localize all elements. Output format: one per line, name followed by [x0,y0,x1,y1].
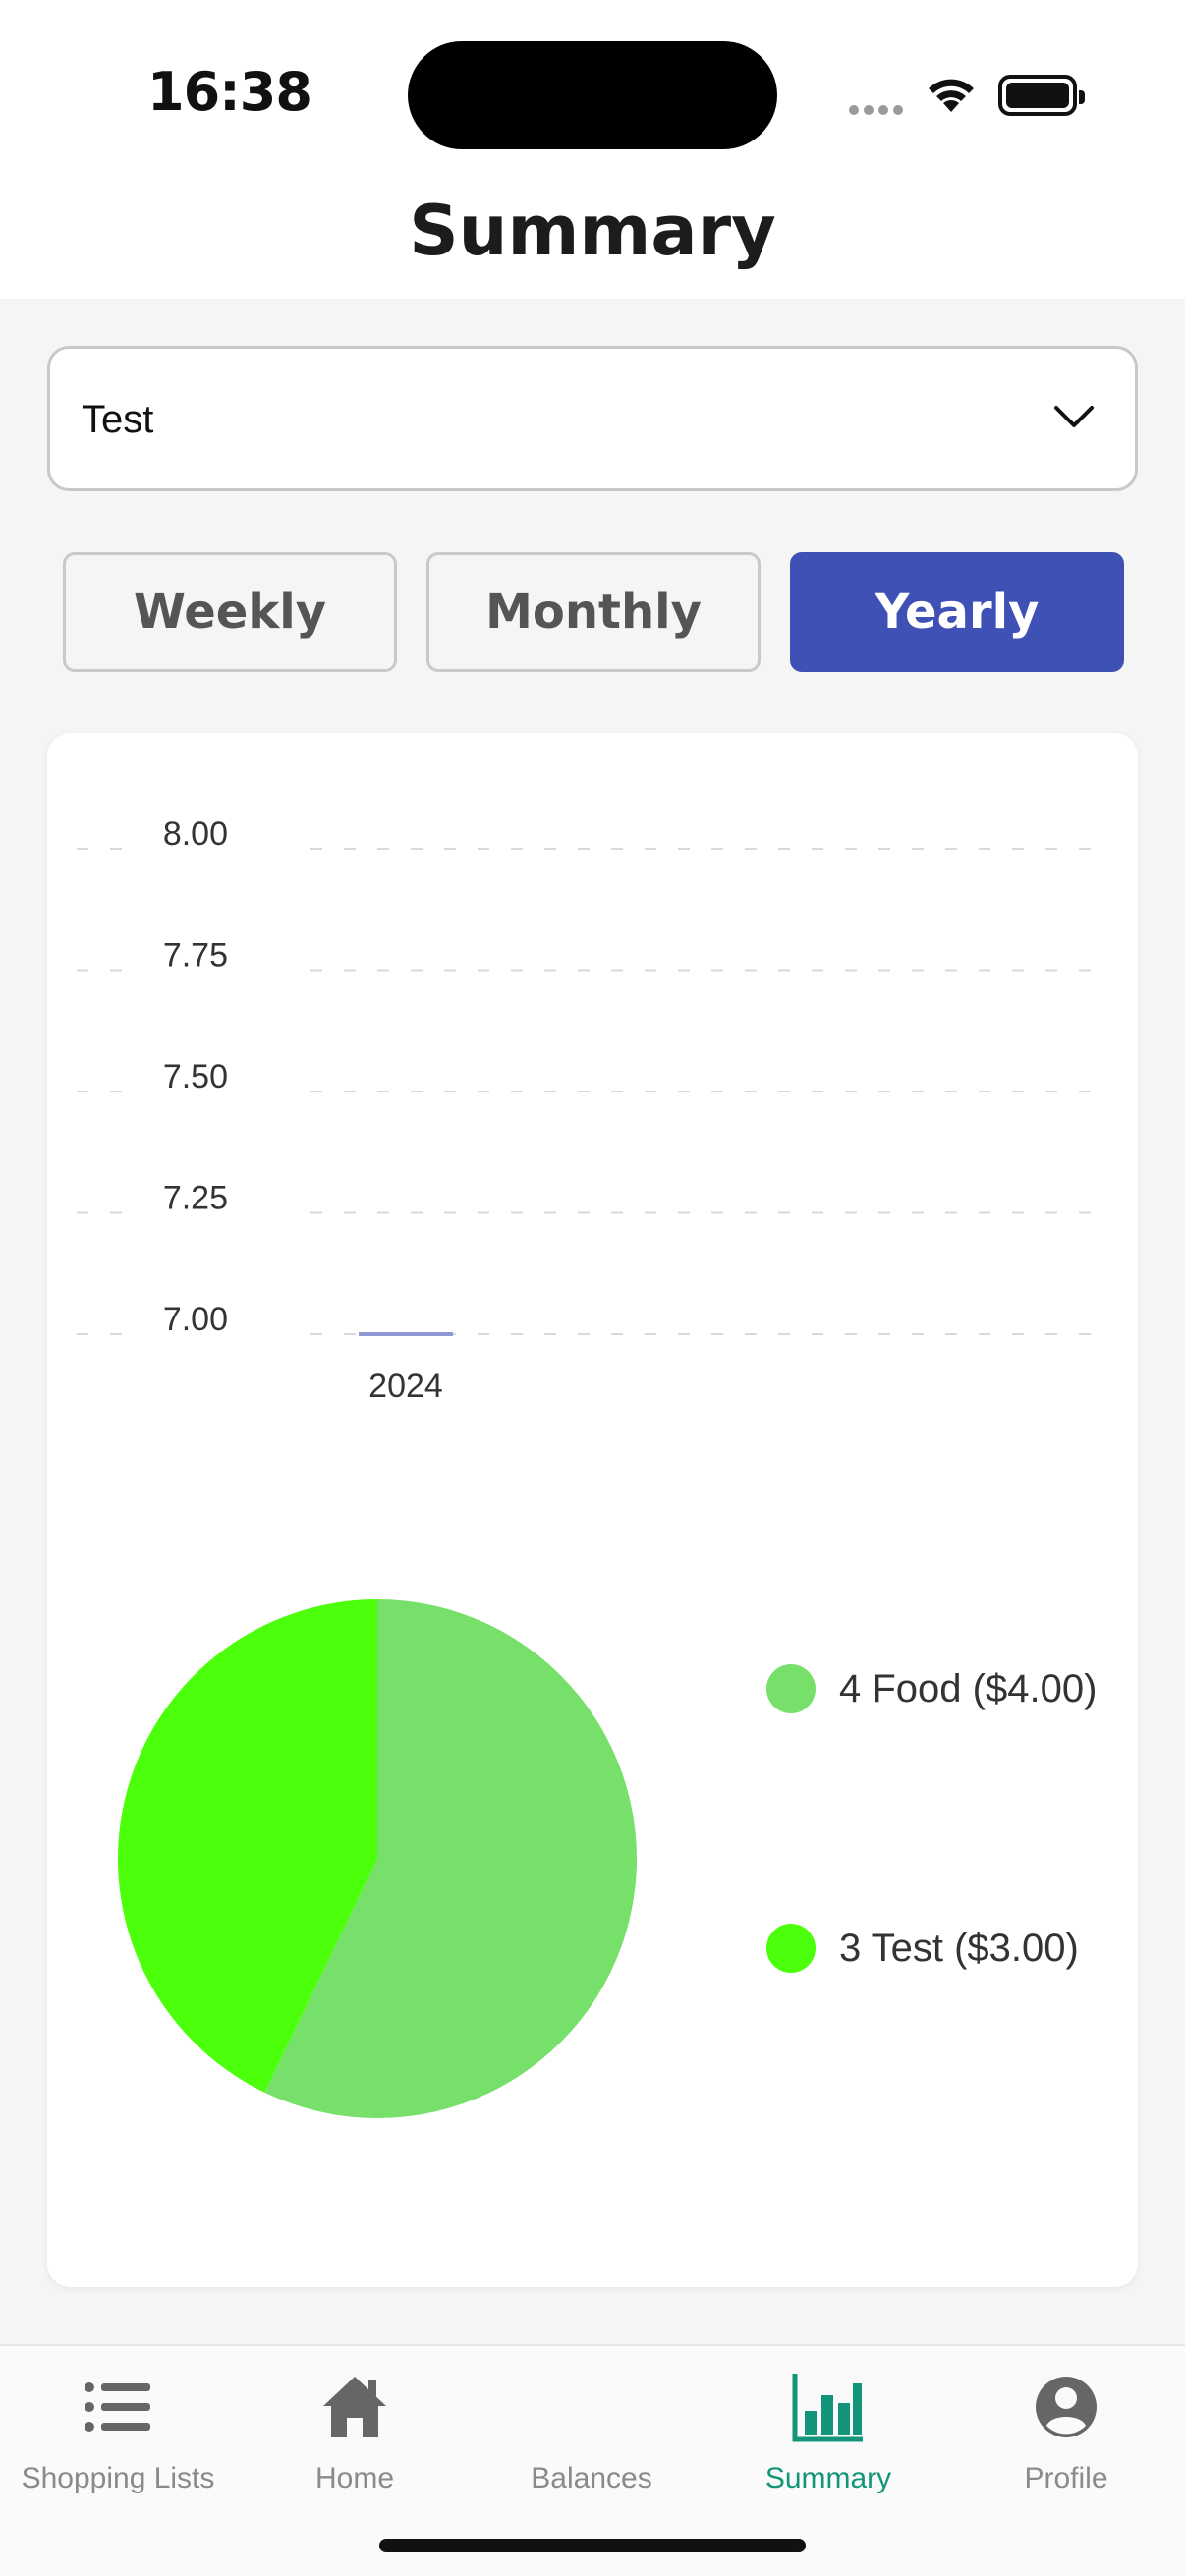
tab-summary[interactable]: Summary [710,2366,946,2495]
dropdown-value: Test [82,398,154,441]
profile-icon [948,2366,1184,2448]
tab-balances[interactable]: Balances [474,2366,709,2495]
yearly-button[interactable]: Yearly [790,552,1124,672]
home-icon [237,2366,473,2448]
bar [359,1332,453,1336]
legend-item-test: 3 Test ($3.00) [766,1924,1079,1973]
x-tick-label: 2024 [368,1368,443,1405]
legend-label-food: 4 Food ($4.00) [839,1666,1098,1710]
page-title: Summary [409,191,776,271]
y-tick-label: 7.00 [163,1301,228,1338]
group-dropdown[interactable]: Test [47,346,1138,491]
status-bar: 16:38 [0,0,1185,187]
tab-label: Shopping Lists [21,2462,215,2494]
y-tick-label: 7.75 [163,937,228,975]
monthly-button[interactable]: Monthly [426,552,761,672]
weekly-button[interactable]: Weekly [63,552,397,672]
tab-label: Balances [531,2462,652,2494]
legend-item-food: 4 Food ($4.00) [766,1664,1097,1713]
balances-icon [474,2366,709,2448]
tab-label: Home [314,2462,395,2494]
legend-dot-food [766,1664,816,1713]
chevron-down-icon [1052,402,1096,436]
dynamic-island [408,41,777,149]
tab-home[interactable]: Home [237,2366,473,2495]
list-icon [0,2366,236,2448]
legend-dot-test [766,1924,816,1973]
cellular-signal-icon [849,102,908,120]
tab-label: Profile [1024,2462,1108,2494]
bar-chart: 8.00 7.75 7.50 7.25 7.00 2024 [77,810,1108,1405]
legend-label-test: 3 Test ($3.00) [839,1926,1079,1970]
pie-chart [117,1599,637,2118]
battery-icon [998,75,1085,116]
bar-chart-icon [710,2366,946,2448]
y-tick-label: 7.25 [163,1180,228,1217]
tab-label: Summary [764,2462,892,2494]
status-time: 16:38 [147,61,312,123]
summary-card: 8.00 7.75 7.50 7.25 7.00 2024 4 Food ($4.00) … [47,733,1138,2287]
y-tick-label: 7.50 [163,1058,228,1095]
tab-shopping-lists[interactable]: Shopping Lists [0,2366,236,2495]
wifi-icon [924,73,979,119]
home-indicator [379,2539,806,2552]
y-tick-label: 8.00 [163,815,228,853]
tab-profile[interactable]: Profile [948,2366,1184,2495]
